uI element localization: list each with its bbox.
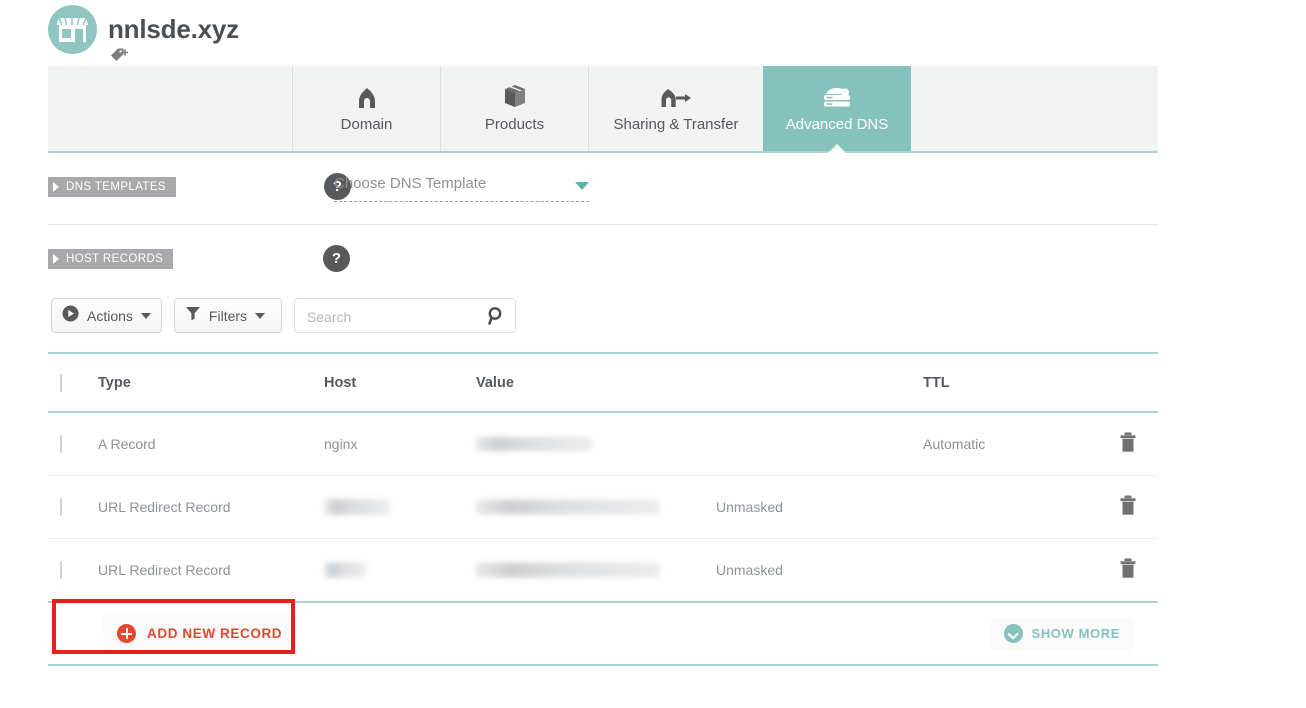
record-ttl: Automatic [923,436,986,452]
record-type: URL Redirect Record [98,562,231,578]
row-checkbox[interactable] [60,435,62,453]
record-host: nginx [324,436,358,452]
dns-template-placeholder: Choose DNS Template [334,175,487,192]
trash-icon[interactable] [1118,432,1138,457]
record-value-redacted [476,437,592,451]
column-header-host: Host [324,374,357,391]
actions-label: Actions [87,307,133,324]
host-records-flag: HOST RECORDS [48,249,174,269]
filters-label: Filters [208,307,248,324]
row-checkbox[interactable] [60,561,62,579]
plus-circle-icon [117,624,136,643]
search-input[interactable] [304,299,489,334]
page-title: nnlsde.xyz [108,14,239,44]
table-row[interactable]: URL Redirect Record Unmasked [48,539,1158,601]
tab-label: Advanced DNS [785,116,889,133]
chevron-down-icon [255,312,266,319]
tab-products[interactable]: Products [440,66,588,151]
record-host-redacted [324,499,390,515]
record-mask: Unmasked [716,499,783,515]
search-icon[interactable] [488,307,505,330]
main-tabbar: Domain Products Sharing & Transfer Advan… [48,66,1158,153]
search-box[interactable] [293,298,516,334]
table-row[interactable]: A Record nginx Automatic [48,413,1158,476]
actions-button[interactable]: Actions [51,298,162,333]
tab-advanced-dns[interactable]: Advanced DNS [763,66,911,153]
host-records-table: Type Host Value TTL A Record nginx Autom… [48,352,1158,666]
add-new-record-button[interactable]: ADD NEW RECORD [103,614,297,653]
record-value-redacted [476,562,660,578]
column-header-ttl: TTL [923,374,950,391]
table-header-row: Type Host Value TTL [48,352,1158,413]
host-records-section: HOST RECORDS ? [48,225,1158,296]
domain-avatar [48,5,97,54]
box-icon [503,84,527,110]
tab-sharing-transfer[interactable]: Sharing & Transfer [588,66,763,151]
host-records-help-icon[interactable]: ? [323,245,350,272]
add-new-record-label: ADD NEW RECORD [147,626,283,641]
server-icon [822,84,852,110]
dns-templates-flag: DNS TEMPLATES [48,177,176,197]
home-icon [356,84,378,110]
show-more-label: SHOW MORE [1031,626,1120,641]
column-header-value: Value [476,374,514,391]
show-more-button[interactable]: SHOW MORE [990,616,1133,651]
record-type: A Record [98,436,156,452]
chevron-down-circle-icon [1003,624,1023,643]
filters-button[interactable]: Filters [173,298,282,333]
tab-label: Sharing & Transfer [613,116,739,133]
table-row[interactable]: URL Redirect Record Unmasked [48,476,1158,539]
trash-icon[interactable] [1118,495,1138,520]
record-host-redacted [324,562,366,578]
row-checkbox[interactable] [60,498,62,516]
trash-icon[interactable] [1118,558,1138,583]
table-footer: ADD NEW RECORD SHOW MORE [48,601,1158,666]
tag-add-icon[interactable] [110,47,132,65]
funnel-icon [185,305,201,326]
records-toolbar: Actions Filters [51,298,516,334]
tab-label: Domain [340,116,393,133]
chevron-down-icon [575,182,589,190]
chevron-down-icon [140,312,151,319]
dns-templates-section: DNS TEMPLATES ? Choose DNS Template [48,153,1158,225]
dns-template-select[interactable]: Choose DNS Template [334,173,589,202]
record-type: URL Redirect Record [98,499,231,515]
tab-domain[interactable]: Domain [292,66,440,151]
transfer-icon [659,84,693,110]
record-mask: Unmasked [716,562,783,578]
column-header-type: Type [98,374,131,391]
advanced-dns-page: nnlsde.xyz Domain Products Sharing & Tra… [0,0,1306,708]
page-header: nnlsde.xyz [48,0,1158,66]
record-value-redacted [476,499,660,515]
select-all-checkbox[interactable] [60,373,62,392]
active-tab-pointer [828,144,846,153]
play-circle-icon [62,305,79,327]
tab-label: Products [484,116,545,133]
